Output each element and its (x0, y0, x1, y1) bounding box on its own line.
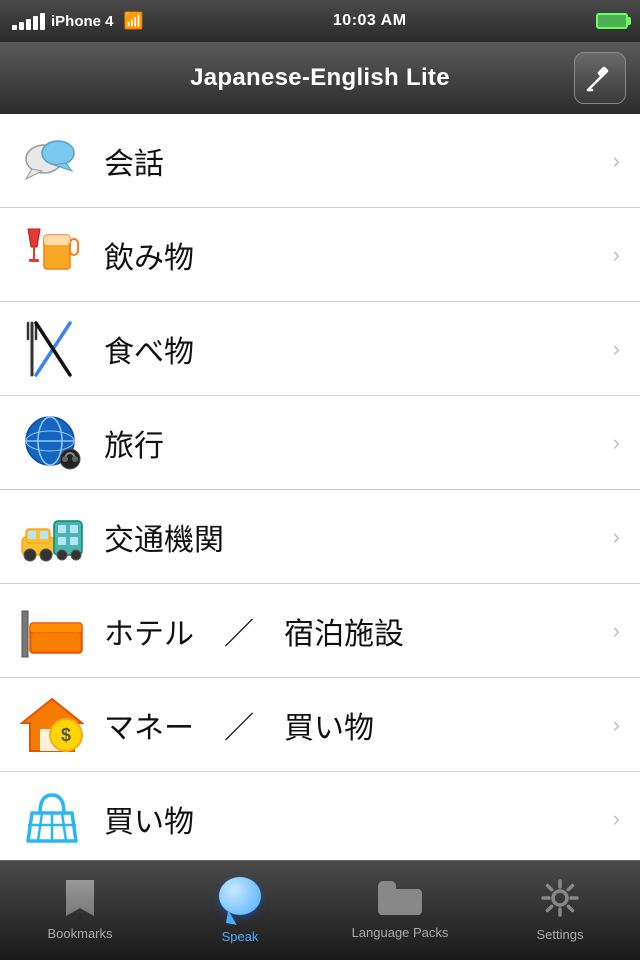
tab-language-packs[interactable]: Language Packs (320, 861, 480, 960)
speak-icon (219, 877, 261, 919)
hotel-icon (20, 599, 84, 663)
list-item[interactable]: 飲み物 › (0, 208, 640, 302)
header-action-button[interactable] (574, 52, 626, 104)
item-label: 旅行 (104, 421, 605, 465)
travel-icon (20, 411, 84, 475)
header: Japanese-English Lite (0, 42, 640, 114)
tab-label: Language Packs (352, 925, 449, 940)
chevron-right-icon: › (613, 430, 620, 456)
item-label: 食べ物 (104, 327, 605, 371)
item-label: 買い物 (104, 797, 605, 841)
list-item[interactable]: 旅行 › (0, 396, 640, 490)
tab-speak[interactable]: Speak (160, 861, 320, 960)
chevron-right-icon: › (613, 524, 620, 550)
chevron-right-icon: › (613, 242, 620, 268)
transport-icon (20, 505, 84, 569)
list-item[interactable]: 会話 › (0, 114, 640, 208)
folder-icon (378, 881, 422, 915)
money-icon: $ (20, 693, 84, 757)
chevron-right-icon: › (613, 712, 620, 738)
tab-label: Speak (222, 929, 259, 944)
time-display: 10:03 AM (333, 12, 407, 30)
chevron-right-icon: › (613, 148, 620, 174)
tab-label: Settings (537, 927, 584, 942)
list-item[interactable]: 買い物 › (0, 772, 640, 866)
signal-bars (12, 13, 45, 30)
battery-icon (596, 13, 628, 29)
item-label: マネー ／ 買い物 (104, 703, 605, 747)
gear-icon (541, 879, 579, 917)
pen-icon (586, 64, 614, 92)
shopping-icon (20, 787, 84, 851)
chevron-right-icon: › (613, 336, 620, 362)
conversation-icon (20, 129, 84, 193)
app-title: Japanese-English Lite (190, 64, 450, 92)
item-label: 会話 (104, 139, 605, 183)
category-list: 会話 › 飲み物 › (0, 114, 640, 926)
item-label: 飲み物 (104, 233, 605, 277)
food-icon (20, 317, 84, 381)
carrier-label: iPhone 4 (51, 13, 114, 30)
chevron-right-icon: › (613, 806, 620, 832)
list-item[interactable]: 食べ物 › (0, 302, 640, 396)
tab-settings[interactable]: Settings (480, 861, 640, 960)
list-item[interactable]: 交通機関 › (0, 490, 640, 584)
item-label: ホテル ／ 宿泊施設 (104, 609, 605, 653)
list-item[interactable]: ホテル ／ 宿泊施設 › (0, 584, 640, 678)
chevron-right-icon: › (613, 618, 620, 644)
status-bar: iPhone 4 📶 10:03 AM (0, 0, 640, 42)
bookmarks-icon (66, 880, 94, 916)
drinks-icon (20, 223, 84, 287)
wifi-icon: 📶 (124, 11, 144, 31)
tab-label: Bookmarks (47, 926, 112, 941)
list-item[interactable]: $ マネー ／ 買い物 › (0, 678, 640, 772)
tab-bar: Bookmarks Speak Language Packs (0, 860, 640, 960)
tab-bookmarks[interactable]: Bookmarks (0, 861, 160, 960)
svg-text:$: $ (61, 725, 71, 745)
item-label: 交通機関 (104, 515, 605, 559)
